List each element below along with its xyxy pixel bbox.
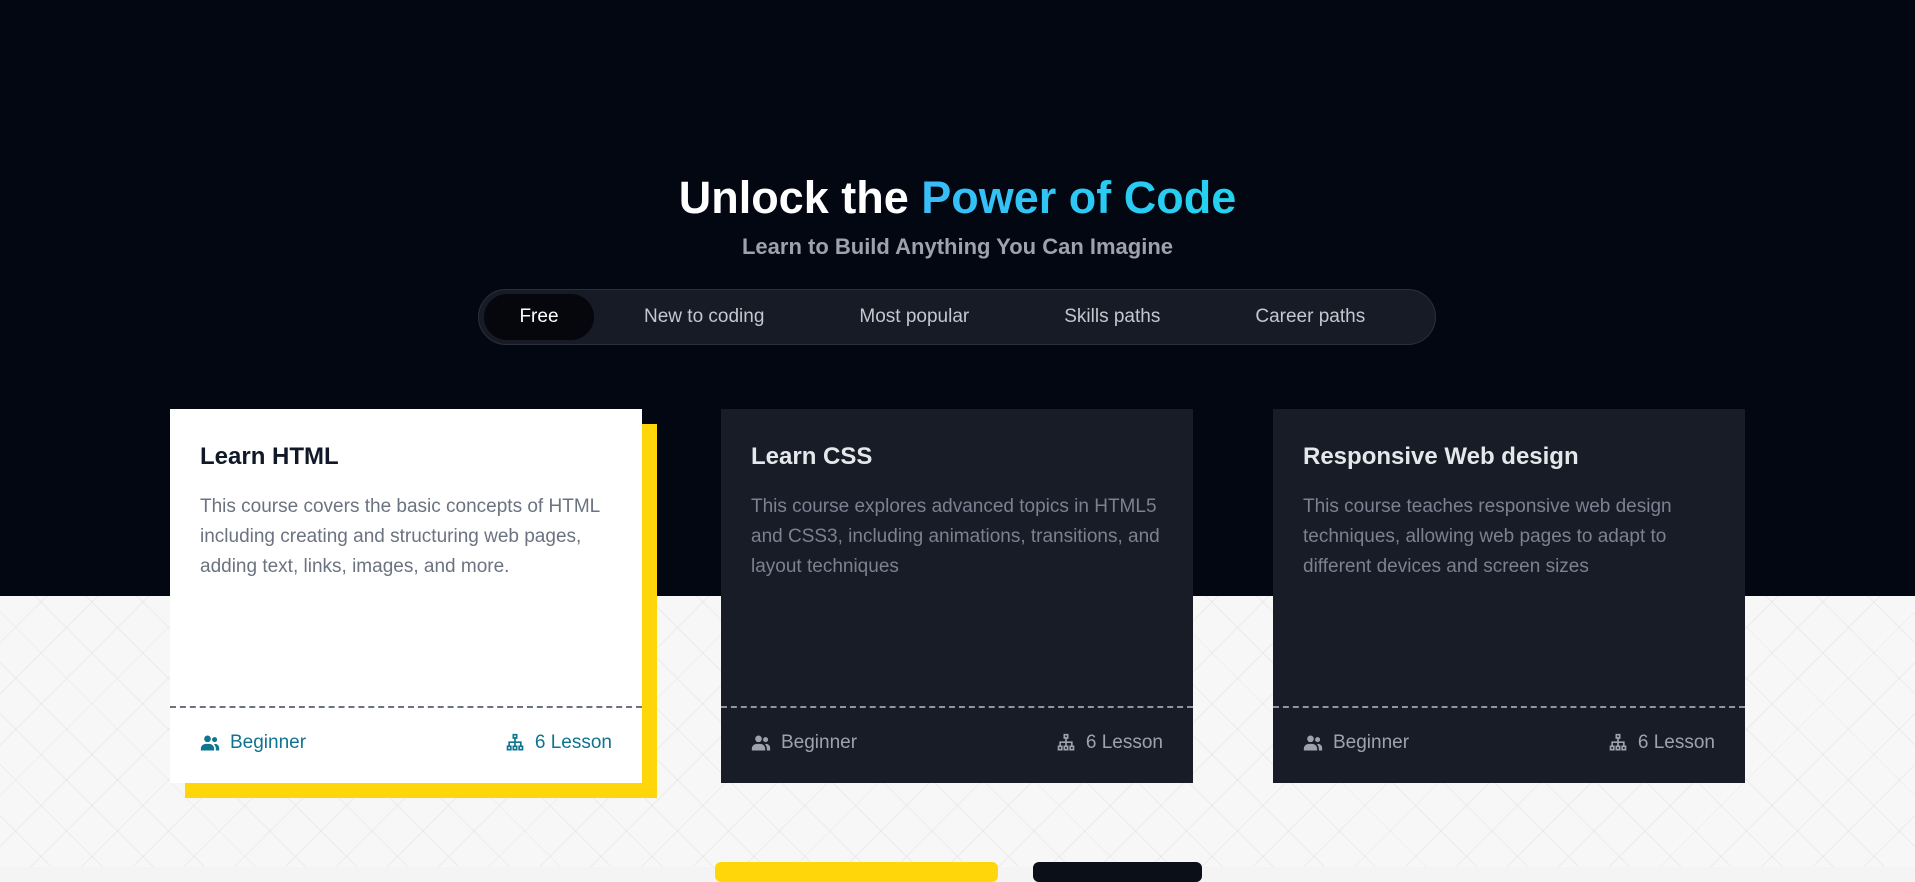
sitemap-icon (1609, 733, 1627, 751)
course-level-label: Beginner (781, 732, 858, 753)
course-card-meta: Beginner 6 Lesson (200, 727, 612, 759)
card-divider (721, 706, 1193, 708)
course-card-responsive[interactable]: Responsive Web design This course teache… (1273, 409, 1745, 783)
course-card-description: This course explores advanced topics in … (751, 496, 1160, 577)
course-lessons-label: 6 Lesson (1085, 732, 1163, 753)
tab-skills-paths[interactable]: Skills paths (1064, 294, 1160, 340)
hero-title: Unlock the Power of Code (0, 172, 1915, 224)
course-lessons: 6 Lesson (1608, 732, 1715, 754)
hero-title-main: Unlock the (678, 172, 922, 223)
tab-free[interactable]: Free (484, 294, 594, 340)
primary-cta-button[interactable] (715, 862, 998, 882)
hero-title-accent: Power of Code (921, 172, 1237, 223)
course-level: Beginner (1303, 732, 1409, 754)
tab-career-paths[interactable]: Career paths (1255, 294, 1365, 340)
course-level: Beginner (751, 732, 857, 754)
course-level-label: Beginner (230, 732, 307, 753)
course-card-title: Learn CSS (751, 443, 873, 470)
secondary-cta-button[interactable] (1033, 862, 1202, 882)
course-card-description: This course covers the basic concepts of… (200, 496, 600, 577)
course-card-title: Responsive Web design (1303, 443, 1579, 470)
hero-subtitle: Learn to Build Anything You Can Imagine (741, 234, 1174, 259)
course-card-html[interactable]: Learn HTML This course covers the basic … (170, 409, 642, 783)
course-lessons-label: 6 Lesson (1637, 732, 1715, 753)
course-card-description: This course teaches responsive web desig… (1303, 496, 1672, 577)
course-lessons: 6 Lesson (505, 732, 612, 754)
users-icon (1303, 735, 1323, 751)
course-card-meta: Beginner 6 Lesson (751, 727, 1163, 759)
tab-new-to-coding[interactable]: New to coding (644, 294, 764, 340)
sitemap-icon (506, 733, 524, 751)
course-lessons: 6 Lesson (1056, 732, 1163, 754)
course-card-css[interactable]: Learn CSS This course explores advanced … (721, 409, 1193, 783)
card-divider (1273, 706, 1745, 708)
card-divider (170, 706, 642, 708)
course-level: Beginner (200, 732, 306, 754)
course-card-meta: Beginner 6 Lesson (1303, 727, 1715, 759)
course-level-label: Beginner (1333, 732, 1410, 753)
sitemap-icon (1057, 733, 1075, 751)
course-card-title: Learn HTML (200, 443, 339, 470)
course-lessons-label: 6 Lesson (534, 732, 612, 753)
tab-most-popular[interactable]: Most popular (859, 294, 969, 340)
course-filter-tabs: Free New to coding Most popular Skills p… (478, 289, 1436, 345)
users-icon (200, 735, 220, 751)
users-icon (751, 735, 771, 751)
